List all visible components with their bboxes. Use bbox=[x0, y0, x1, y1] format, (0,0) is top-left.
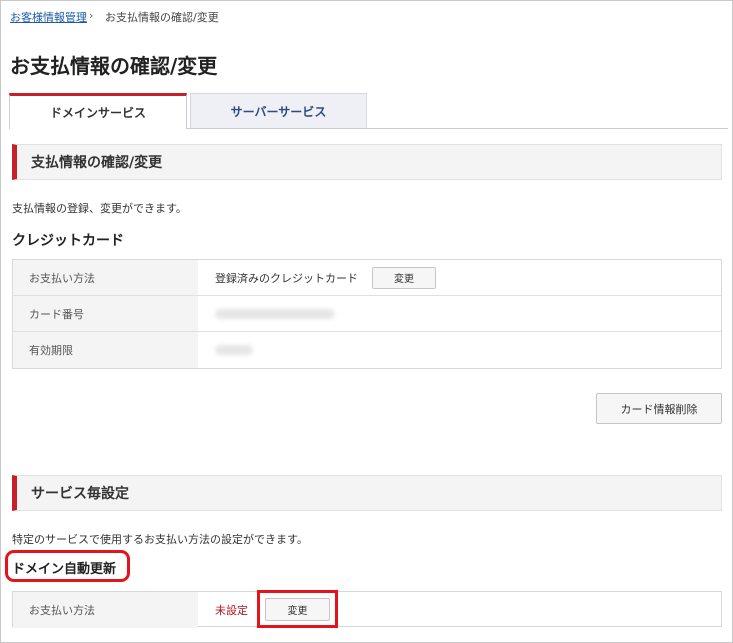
card-number-redacted bbox=[215, 308, 335, 319]
table-row: カード番号 bbox=[13, 296, 721, 332]
tab-domain-service[interactable]: ドメインサービス bbox=[9, 93, 187, 129]
payment-method-value: 登録済みのクレジットカード bbox=[215, 271, 358, 285]
breadcrumb-separator-icon: › bbox=[89, 9, 94, 22]
service-settings-description: 特定のサービスで使用するお支払い方法の設定ができます。 bbox=[12, 533, 308, 546]
domain-auto-renew-table: お支払い方法 未設定 bbox=[12, 591, 722, 628]
table-row: お支払い方法 登録済みのクレジットカード 変更 bbox=[13, 260, 721, 296]
delete-card-button[interactable]: カード情報削除 bbox=[596, 393, 722, 424]
section-heading-service-settings: サービス毎設定 bbox=[12, 475, 722, 511]
card-number-cell bbox=[198, 296, 721, 331]
table-row: 有効期限 bbox=[13, 332, 721, 368]
domain-auto-renew-heading: ドメイン自動更新 bbox=[12, 562, 117, 577]
breadcrumb-link-customer-info[interactable]: お客様情報管理 bbox=[10, 9, 87, 25]
expiry-cell bbox=[198, 332, 721, 368]
tab-server-service[interactable]: サーバーサービス bbox=[190, 93, 367, 128]
payment-info-description: 支払情報の登録、変更ができます。 bbox=[12, 202, 187, 215]
expiry-label: 有効期限 bbox=[13, 332, 198, 368]
credit-card-heading: クレジットカード bbox=[12, 233, 124, 249]
change-auto-renew-payment-button[interactable]: 変更 bbox=[265, 598, 330, 621]
change-card-button[interactable]: 変更 bbox=[372, 266, 436, 289]
breadcrumb-current: お支払情報の確認/変更 bbox=[105, 11, 219, 24]
payment-method-label: お支払い方法 bbox=[13, 260, 198, 295]
auto-renew-payment-label: お支払い方法 bbox=[13, 592, 198, 628]
credit-card-table: お支払い方法 登録済みのクレジットカード 変更 カード番号 有効期限 bbox=[12, 259, 722, 369]
section-heading-payment-info: 支払情報の確認/変更 bbox=[12, 144, 722, 180]
unset-status: 未設定 bbox=[215, 604, 248, 617]
expiry-redacted bbox=[215, 345, 253, 355]
card-number-label: カード番号 bbox=[13, 296, 198, 331]
table-row: お支払い方法 未設定 bbox=[13, 592, 721, 628]
payment-method-cell: 登録済みのクレジットカード 変更 bbox=[198, 260, 721, 295]
page-title: お支払情報の確認/変更 bbox=[10, 54, 218, 78]
